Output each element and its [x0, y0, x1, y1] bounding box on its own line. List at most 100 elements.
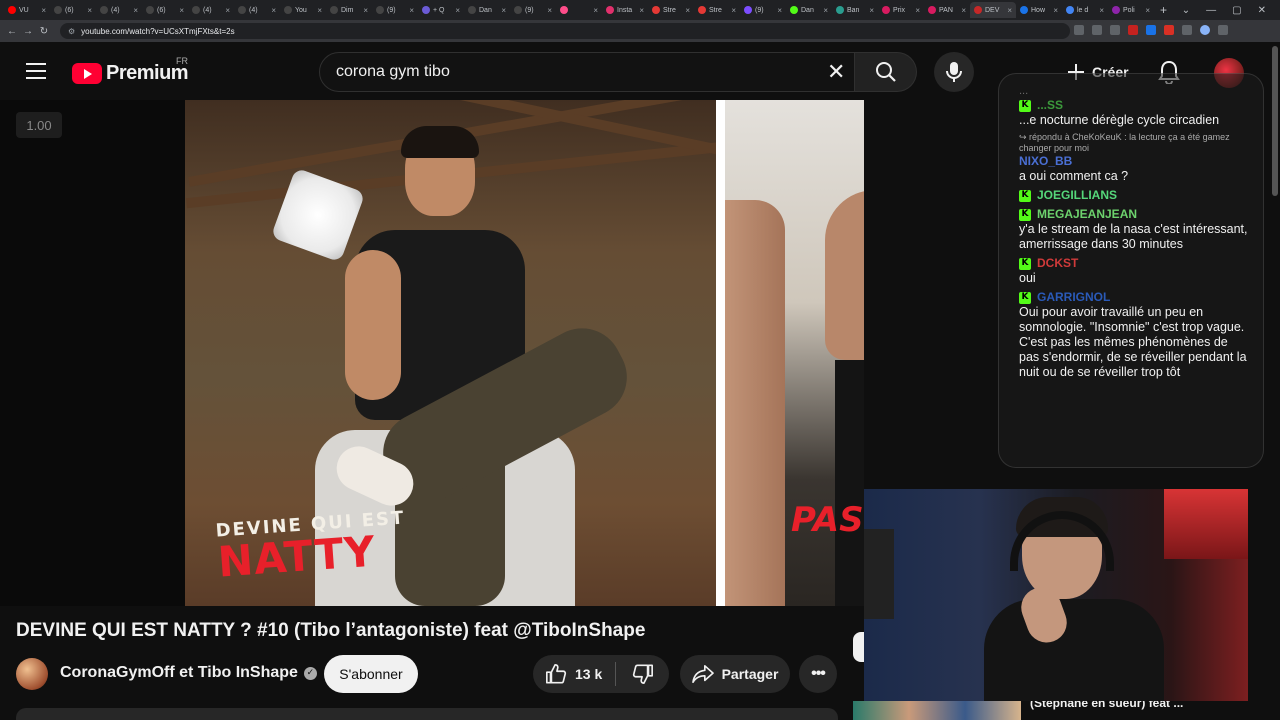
up-next-thumbnail[interactable] — [853, 701, 1021, 720]
browser-tab[interactable]: le d × — [1062, 2, 1108, 18]
tab-favicon-icon — [192, 6, 200, 14]
profile-icon[interactable] — [1200, 25, 1210, 35]
tab-close-icon[interactable]: × — [547, 6, 552, 15]
tab-favicon-icon — [8, 6, 16, 14]
browser-tab[interactable]: How × — [1016, 2, 1062, 18]
subscribe-button[interactable]: S'abonner — [324, 655, 418, 693]
tab-close-icon[interactable]: × — [823, 6, 828, 15]
channel-avatar[interactable] — [16, 658, 48, 690]
voice-search-button[interactable] — [934, 52, 974, 92]
browser-tab[interactable]: Poli × — [1108, 2, 1154, 18]
browser-tab[interactable]: Dan × — [786, 2, 832, 18]
thumbs-down-icon — [632, 664, 653, 684]
site-info-icon[interactable]: ⚙ — [68, 27, 75, 36]
tab-close-icon[interactable]: × — [639, 6, 644, 15]
kick-badge-icon: K — [1019, 99, 1031, 112]
thumbs-up-icon — [546, 664, 567, 684]
browser-tab[interactable]: (9) × — [372, 2, 418, 18]
tab-close-icon[interactable]: × — [409, 6, 414, 15]
more-actions-button[interactable]: ••• — [799, 655, 837, 693]
tab-close-icon[interactable]: × — [731, 6, 736, 15]
tab-close-icon[interactable]: × — [133, 6, 138, 15]
browser-tab[interactable]: Stre × — [648, 2, 694, 18]
tab-search-icon[interactable]: ⌄ — [1182, 5, 1190, 16]
minimize-icon[interactable]: — — [1206, 5, 1216, 16]
tab-close-icon[interactable]: × — [363, 6, 368, 15]
side-panel-button[interactable] — [853, 632, 864, 662]
back-icon[interactable]: ← — [4, 26, 20, 37]
new-tab-icon[interactable]: + — [1160, 3, 1167, 17]
browser-tab[interactable]: Dim × — [326, 2, 372, 18]
zoom-icon[interactable] — [1074, 25, 1084, 35]
browser-tab[interactable]: Stre × — [694, 2, 740, 18]
forward-icon[interactable]: → — [20, 26, 36, 37]
extension-red-icon[interactable] — [1128, 25, 1138, 35]
tab-close-icon[interactable]: × — [225, 6, 230, 15]
reload-icon[interactable]: ↻ — [36, 26, 52, 37]
browser-tab[interactable]: (9) × — [740, 2, 786, 18]
extension-puzzle-icon[interactable] — [1182, 25, 1192, 35]
browser-tab[interactable]: Insta × — [602, 2, 648, 18]
tab-close-icon[interactable]: × — [179, 6, 184, 15]
share-button[interactable]: Partager — [680, 655, 790, 693]
browser-tab[interactable]: You × — [280, 2, 326, 18]
tab-close-icon[interactable]: × — [1145, 6, 1150, 15]
browser-tab[interactable]: (4) × — [188, 2, 234, 18]
browser-tab[interactable]: Prix × — [878, 2, 924, 18]
browser-tab[interactable]: + Q × — [418, 2, 464, 18]
browser-tab[interactable]: Ban × — [832, 2, 878, 18]
like-button[interactable]: 13 k — [533, 663, 615, 685]
browser-tab[interactable]: PAN × — [924, 2, 970, 18]
tab-close-icon[interactable]: × — [777, 6, 782, 15]
tab-label: (4) — [249, 6, 258, 14]
video-frame[interactable]: DEVINE QUI EST NATTY PAS — [185, 100, 864, 606]
browser-tab[interactable]: DEV × — [970, 2, 1016, 18]
browser-tab[interactable]: (6) × — [142, 2, 188, 18]
search-input[interactable]: corona gym tibo — [319, 52, 855, 92]
browser-tab[interactable]: VU × — [4, 2, 50, 18]
browser-tab[interactable]: (4) × — [234, 2, 280, 18]
video-title-card: DEVINE QUI EST NATTY — [215, 507, 409, 586]
tab-label: (6) — [157, 6, 166, 14]
youtube-logo[interactable]: Premium — [72, 62, 189, 85]
address-bar[interactable]: ⚙ youtube.com/watch?v=UCsXTmjFXts&t=2s — [60, 23, 1070, 39]
bookmark-star-icon[interactable] — [1110, 25, 1120, 35]
clear-search-icon[interactable]: ✕ — [827, 61, 845, 83]
tab-close-icon[interactable]: × — [961, 6, 966, 15]
tab-close-icon[interactable]: × — [317, 6, 322, 15]
tab-close-icon[interactable]: × — [869, 6, 874, 15]
extension-blue-icon[interactable] — [1146, 25, 1156, 35]
channel-name[interactable]: CoronaGymOff et Tibo InShape ✓ — [60, 664, 317, 682]
browser-tab[interactable]: (4) × — [96, 2, 142, 18]
tab-close-icon[interactable]: × — [87, 6, 92, 15]
page-scrollbar[interactable] — [1272, 46, 1278, 196]
maximize-icon[interactable]: ▢ — [1232, 5, 1241, 16]
browser-tab[interactable]: (6) × — [50, 2, 96, 18]
tab-label: (9) — [755, 6, 764, 14]
search-button[interactable] — [855, 52, 917, 92]
tab-close-icon[interactable]: × — [41, 6, 46, 15]
extension-red2-icon[interactable] — [1164, 25, 1174, 35]
close-window-icon[interactable]: ✕ — [1258, 5, 1266, 16]
description-box[interactable] — [16, 708, 838, 720]
tab-close-icon[interactable]: × — [1099, 6, 1104, 15]
tab-close-icon[interactable]: × — [271, 6, 276, 15]
tab-close-icon[interactable]: × — [501, 6, 506, 15]
tab-close-icon[interactable]: × — [455, 6, 460, 15]
red-light-panel — [1164, 489, 1248, 559]
browser-tab[interactable]: Dan × — [464, 2, 510, 18]
browser-menu-icon[interactable] — [1218, 25, 1228, 35]
dislike-button[interactable] — [616, 663, 669, 685]
hamburger-icon[interactable] — [26, 63, 46, 79]
share-page-icon[interactable] — [1092, 25, 1102, 35]
tab-close-icon[interactable]: × — [915, 6, 920, 15]
tab-close-icon[interactable]: × — [685, 6, 690, 15]
browser-tab[interactable]: (9) × — [510, 2, 556, 18]
tab-close-icon[interactable]: × — [1053, 6, 1058, 15]
browser-tab[interactable]: × — [556, 2, 602, 18]
video-left-scene: DEVINE QUI EST NATTY — [185, 100, 725, 606]
video-player[interactable]: 1.00 DEVINE QUI EST NATTY PAS — [0, 100, 864, 606]
tab-close-icon[interactable]: × — [1007, 6, 1012, 15]
tab-close-icon[interactable]: × — [593, 6, 598, 15]
like-count: 13 k — [575, 666, 603, 682]
